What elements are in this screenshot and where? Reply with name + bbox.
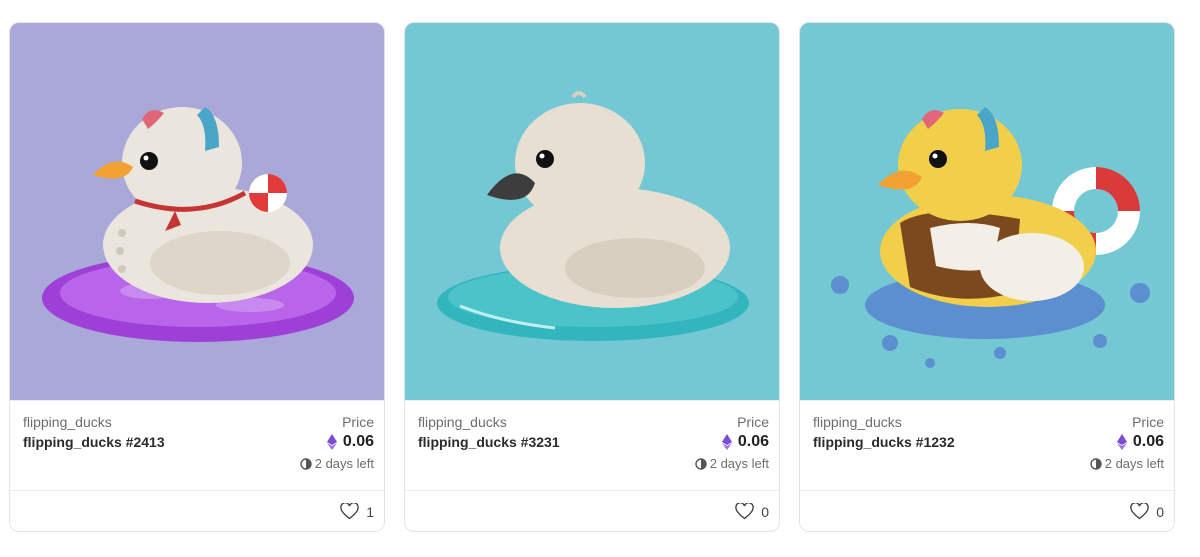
price-value: 0.06	[326, 433, 374, 451]
nft-artwork[interactable]	[10, 23, 384, 400]
time-left: 2 days left	[1090, 456, 1164, 471]
price-amount: 0.06	[342, 433, 374, 450]
nft-card[interactable]: flipping_ducks flipping_ducks #3231 Pric…	[404, 22, 780, 532]
collection-name[interactable]: flipping_ducks	[813, 414, 902, 430]
collection-name[interactable]: flipping_ducks	[418, 414, 507, 430]
card-info: flipping_ducks flipping_ducks #3231 Pric…	[405, 400, 779, 491]
like-count: 0	[761, 503, 769, 520]
heart-icon[interactable]	[340, 503, 359, 520]
price-value: 0.06	[721, 433, 769, 451]
nft-card[interactable]: flipping_ducks flipping_ducks #1232 Pric…	[799, 22, 1175, 532]
nft-card-grid: flipping_ducks flipping_ducks #2413 Pric…	[0, 0, 1200, 557]
time-left: 2 days left	[695, 456, 769, 471]
nft-artwork[interactable]	[800, 23, 1174, 400]
clock-icon	[1090, 457, 1102, 470]
like-button[interactable]: 0	[735, 503, 769, 520]
item-name[interactable]: flipping_ducks #3231	[418, 434, 560, 450]
eth-icon	[326, 434, 337, 450]
eth-icon	[1116, 434, 1127, 450]
heart-icon[interactable]	[735, 503, 754, 520]
like-count: 0	[1156, 503, 1164, 520]
heart-icon[interactable]	[1130, 503, 1149, 520]
time-left-text: 2 days left	[1104, 456, 1164, 471]
item-name[interactable]: flipping_ducks #1232	[813, 434, 955, 450]
price-label: Price	[737, 414, 769, 430]
price-value: 0.06	[1116, 433, 1164, 451]
price-label: Price	[1132, 414, 1164, 430]
card-footer: 0	[405, 490, 779, 531]
price-label: Price	[342, 414, 374, 430]
nft-artwork[interactable]	[405, 23, 779, 400]
card-footer: 0	[800, 490, 1174, 531]
price-amount: 0.06	[737, 433, 769, 450]
collection-name[interactable]: flipping_ducks	[23, 414, 112, 430]
time-left: 2 days left	[300, 456, 374, 471]
time-left-text: 2 days left	[314, 456, 374, 471]
like-button[interactable]: 0	[1130, 503, 1164, 520]
card-info: flipping_ducks flipping_ducks #2413 Pric…	[10, 400, 384, 491]
clock-icon	[300, 457, 312, 470]
card-info: flipping_ducks flipping_ducks #1232 Pric…	[800, 400, 1174, 491]
nft-card[interactable]: flipping_ducks flipping_ducks #2413 Pric…	[9, 22, 385, 532]
eth-icon	[721, 434, 732, 450]
item-name[interactable]: flipping_ducks #2413	[23, 434, 165, 450]
like-button[interactable]: 1	[340, 503, 374, 520]
like-count: 1	[366, 503, 374, 520]
clock-icon	[695, 457, 707, 470]
price-amount: 0.06	[1132, 433, 1164, 450]
card-footer: 1	[10, 490, 384, 531]
time-left-text: 2 days left	[709, 456, 769, 471]
